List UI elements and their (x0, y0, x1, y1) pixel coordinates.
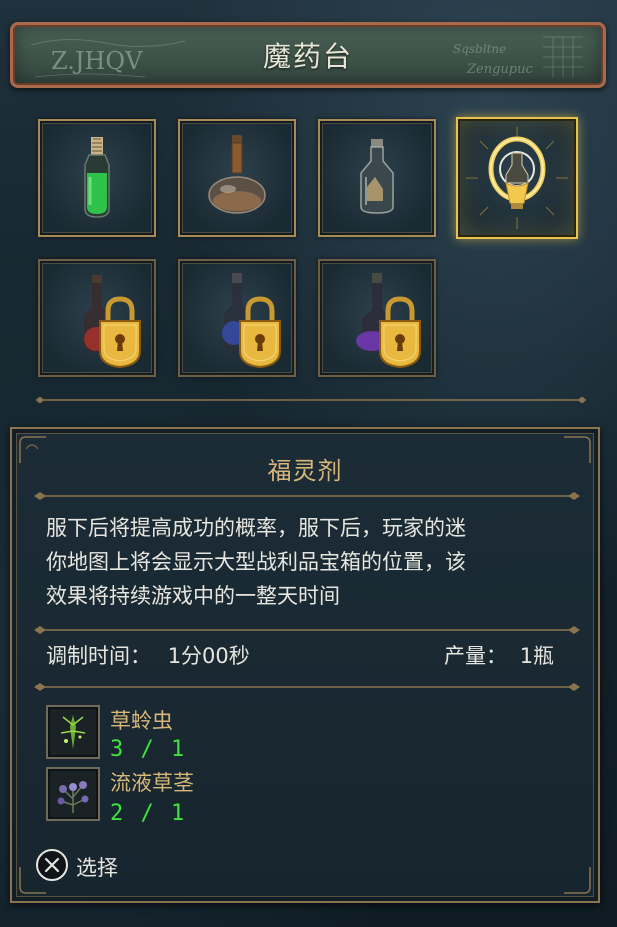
title-banner: Z.JHQV 魔药台 Sqsbltne Zengupuc (10, 22, 606, 88)
brew-time-value: 1分00秒 (167, 644, 250, 668)
ingredient-name: 流液草茎 (110, 771, 194, 795)
ingredient-name: 草蛉虫 (110, 709, 173, 733)
brew-time: 调制时间： 1分00秒 (46, 640, 250, 670)
yield: 产量： 1瓶 (444, 640, 554, 670)
potion-slot-green[interactable] (38, 119, 156, 237)
description-line: 效果将持续游戏中的一整天时间 (46, 584, 340, 608)
scribble-right-decoration: Sqsbltne Zengupuc (453, 36, 583, 77)
corner-ornament (564, 867, 591, 894)
yield-value: 1瓶 (519, 644, 555, 668)
grid-divider (36, 397, 586, 403)
clear-potion-icon (360, 139, 394, 214)
yield-label: 产量： (444, 644, 507, 668)
potion-slot-purple-locked[interactable] (318, 259, 436, 377)
potion-name: 福灵剂 (267, 457, 343, 485)
padlock-icon (99, 296, 141, 369)
potion-slot-red-locked[interactable] (38, 259, 156, 377)
description-line: 服下后将提高成功的概率，服下后，玩家的迷 (46, 516, 466, 540)
section-divider (34, 626, 580, 634)
svg-text:Zengupuc: Zengupuc (466, 62, 533, 77)
description-line: 你地图上将会显示大型战利品宝箱的位置，该 (46, 550, 466, 574)
potion-detail-panel: 福灵剂 服下后将提高成功的概率，服下后，玩家的迷 你地图上将会显示大型战利品宝箱… (10, 427, 600, 903)
ingredient-count: 3 / 1 (110, 737, 187, 762)
padlock-icon (239, 296, 281, 369)
cross-button-icon[interactable] (36, 849, 68, 881)
potion-slot-clear[interactable] (318, 119, 436, 237)
green-potion-icon (84, 137, 110, 218)
potion-slot-golden[interactable] (456, 117, 578, 239)
section-divider (34, 683, 580, 691)
potion-slot-blue-locked[interactable] (178, 259, 296, 377)
padlock-icon (379, 296, 421, 369)
fluxweed-stem-icon (46, 767, 100, 821)
potion-slot-brown[interactable] (178, 119, 296, 237)
select-button-label[interactable]: 选择 (76, 852, 118, 882)
svg-text:Sqsbltne: Sqsbltne (453, 42, 506, 56)
lacewing-fly-icon (46, 705, 100, 759)
golden-potion-icon (466, 127, 568, 229)
potion-description: 服下后将提高成功的概率，服下后，玩家的迷 你地图上将会显示大型战利品宝箱的位置，… (46, 511, 576, 613)
brown-round-potion-icon (208, 135, 266, 214)
section-divider (34, 492, 580, 500)
ingredient-count: 2 / 1 (110, 801, 187, 826)
brew-time-label: 调制时间： (46, 644, 151, 668)
